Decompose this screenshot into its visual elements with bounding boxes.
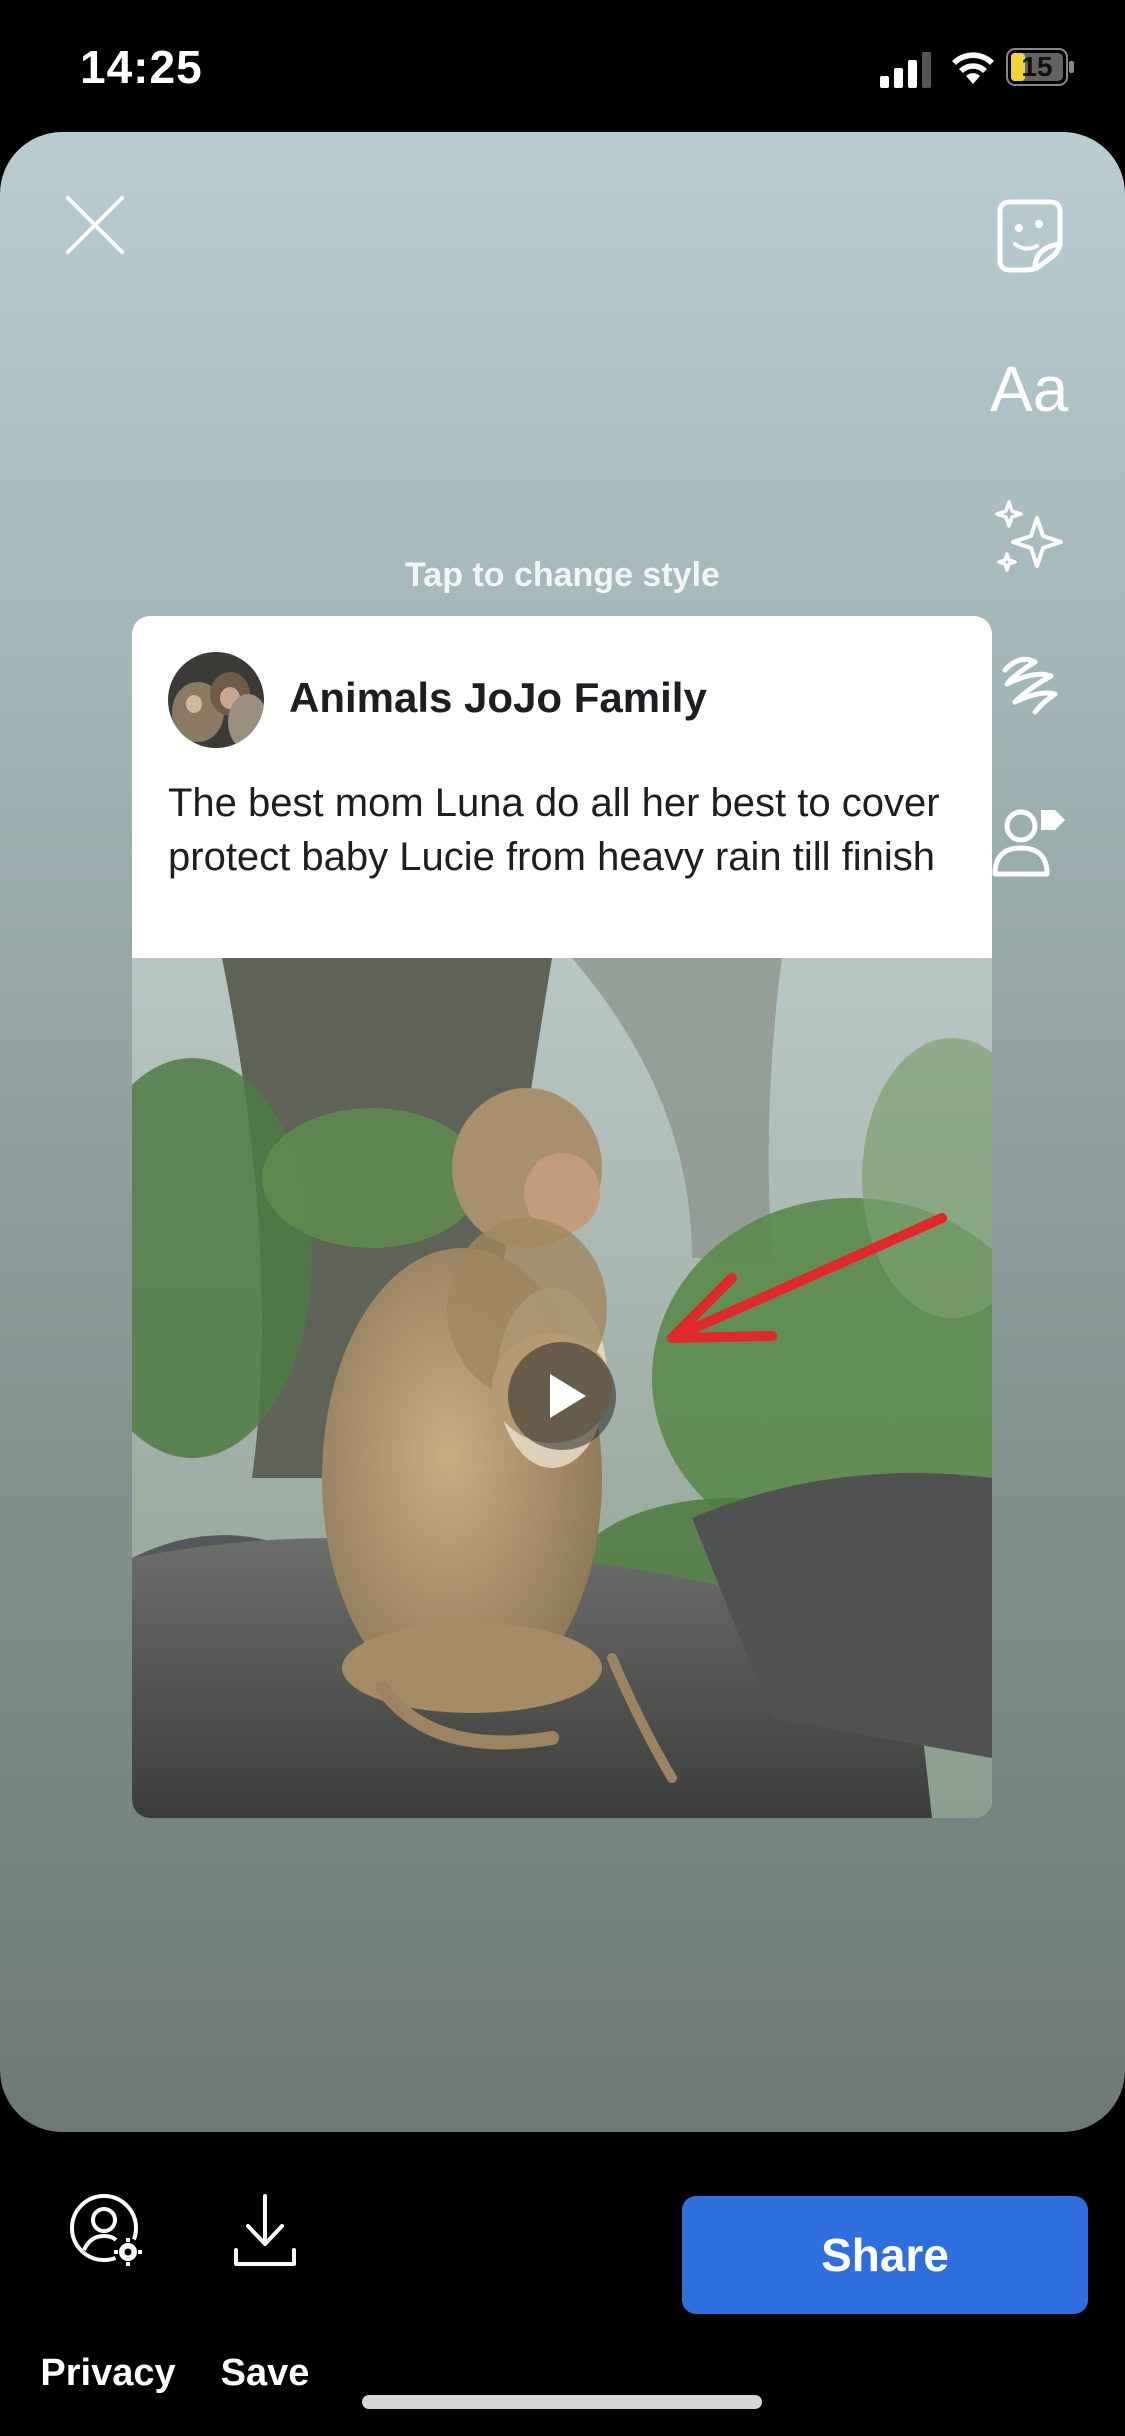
privacy-button[interactable]: Privacy: [28, 2192, 188, 2394]
tag-people-icon[interactable]: [985, 796, 1075, 886]
privacy-icon: [70, 2194, 142, 2266]
status-time: 14:25: [80, 41, 203, 93]
post-video-thumbnail[interactable]: [132, 958, 992, 1818]
post-author: Animals JoJo Family: [289, 674, 707, 721]
home-indicator[interactable]: [362, 2395, 762, 2409]
avatar: [168, 652, 264, 748]
story-canvas: Aa Tap to change style Animals JoJo Fami…: [0, 132, 1125, 2132]
share-button[interactable]: Share: [682, 2196, 1088, 2314]
bottom-bar: Privacy Save Share: [0, 2132, 1125, 2436]
post-caption: The best mom Luna do all her best to cov…: [168, 781, 940, 879]
text-tool-button[interactable]: Aa: [990, 352, 1068, 426]
download-icon: [234, 2194, 296, 2266]
play-button[interactable]: [508, 1342, 616, 1450]
close-icon[interactable]: [62, 192, 128, 258]
save-label: Save: [220, 2352, 310, 2394]
play-icon: [550, 1374, 586, 1418]
draw-scribble-icon[interactable]: [985, 640, 1075, 730]
shared-post-card[interactable]: Animals JoJo Family The best mom Luna do…: [132, 616, 992, 1818]
save-button[interactable]: Save: [200, 2192, 330, 2394]
status-bar: 14:25 15: [0, 0, 1125, 132]
change-style-hint[interactable]: Tap to change style: [0, 556, 1125, 595]
sticker-icon[interactable]: [985, 190, 1075, 280]
wifi-icon: [952, 52, 994, 84]
battery-level: 15: [1021, 51, 1053, 82]
privacy-label: Privacy: [40, 2352, 176, 2394]
signal-icon: [880, 52, 931, 88]
